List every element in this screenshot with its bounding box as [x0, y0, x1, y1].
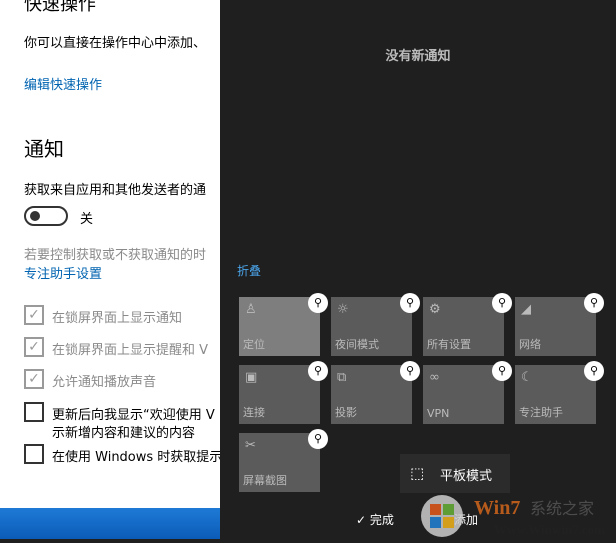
unpin-icon[interactable]: ⚲	[308, 429, 328, 449]
tablet-mode-button[interactable]: ⬚ 平板模式	[400, 454, 510, 493]
vpn-icon: ∞	[429, 370, 440, 385]
focus-desc: 若要控制获取或不获取通知的时	[24, 248, 207, 263]
tablet-mode-label: 平板模式	[440, 469, 493, 484]
checkbox-label-line2: 示新增内容和建议的内容	[52, 426, 196, 441]
brightness-icon: ☼	[337, 302, 349, 317]
done-button[interactable]: ✓ 完成	[356, 511, 394, 528]
quick-action-tile[interactable]: ∞ VPN ⚲	[423, 361, 512, 424]
checkbox-welcome-experience[interactable]	[24, 402, 44, 422]
network-icon: ◢	[521, 302, 531, 317]
quick-action-tile[interactable]: ♙ 定位 ⚲	[239, 293, 328, 356]
notifications-title: 通知	[24, 137, 64, 161]
quick-action-tile[interactable]: ◢ 网络 ⚲	[515, 293, 604, 356]
tile-label: 夜间模式	[335, 338, 379, 351]
settings-panel: 快速操作 你可以直接在操作中心中添加、 编辑快速操作 通知 获取来自应用和其他发…	[0, 0, 220, 508]
svg-text:Win7: Win7	[474, 497, 520, 519]
checkbox-label: 在锁屏界面上显示提醒和 V	[52, 343, 209, 358]
notifications-toggle[interactable]	[24, 206, 68, 226]
unpin-icon[interactable]: ⚲	[400, 361, 420, 381]
tile-label: 连接	[243, 406, 265, 419]
unpin-icon[interactable]: ⚲	[308, 361, 328, 381]
taskbar	[0, 508, 220, 539]
unpin-icon[interactable]: ⚲	[400, 293, 420, 313]
tile-label: VPN	[427, 407, 450, 420]
checkbox-label: 允许通知播放声音	[52, 375, 157, 390]
tile-label: 所有设置	[427, 338, 471, 351]
collapse-link[interactable]: 折叠	[237, 262, 261, 279]
tile-label: 屏幕截图	[243, 474, 287, 487]
checkbox-label: 更新后向我显示“欢迎使用 V	[52, 408, 215, 423]
project-icon: ⧉	[337, 370, 347, 385]
get-notifications-label: 获取来自应用和其他发送者的通	[24, 183, 207, 198]
connect-icon: ▣	[245, 370, 258, 385]
focus-assist-settings-link[interactable]: 专注助手设置	[24, 263, 102, 282]
checkbox-lock-screen-reminders[interactable]: ✓	[24, 337, 44, 357]
quick-action-tile[interactable]: ⚙ 所有设置 ⚲	[423, 293, 512, 356]
location-icon: ♙	[245, 302, 257, 317]
tablet-mode-icon: ⬚	[410, 464, 425, 482]
edit-quick-actions-link[interactable]: 编辑快速操作	[24, 74, 102, 93]
quick-actions-title: 快速操作	[24, 0, 96, 15]
toggle-state: 关	[80, 212, 94, 227]
unpin-icon[interactable]: ⚲	[584, 293, 604, 313]
tile-label: 定位	[243, 338, 265, 351]
check-icon: ✓	[356, 513, 370, 527]
unpin-icon[interactable]: ⚲	[308, 293, 328, 313]
checkbox-tips[interactable]	[24, 444, 44, 464]
checkbox-label: 在使用 Windows 时获取提示	[52, 450, 220, 465]
tile-label: 专注助手	[519, 406, 563, 419]
checkbox-lock-screen-notifications[interactable]: ✓	[24, 305, 44, 325]
checkbox-label: 在锁屏界面上显示通知	[52, 311, 183, 326]
watermark-logo: Win7 系统之家 Www.Winwin7.com	[418, 490, 616, 539]
unpin-icon[interactable]: ⚲	[492, 293, 512, 313]
checkbox-notification-sounds[interactable]: ✓	[24, 369, 44, 389]
moon-icon: ☾	[521, 370, 533, 385]
quick-action-tile[interactable]: ▣ 连接 ⚲	[239, 361, 328, 424]
svg-text:Www.Winwin7.com: Www.Winwin7.com	[494, 522, 605, 537]
quick-action-tile[interactable]: ☾ 专注助手 ⚲	[515, 361, 604, 424]
snip-icon: ✂	[245, 438, 256, 453]
unpin-icon[interactable]: ⚲	[584, 361, 604, 381]
unpin-icon[interactable]: ⚲	[492, 361, 512, 381]
action-center: 没有新通知 折叠 ♙ 定位 ⚲ ☼ 夜间模式 ⚲ ⚙ 所有设置 ⚲ ◢ 网络 ⚲ ▣ 连接 ⚲ ⧉ 投影 ⚲ ∞ VP…	[220, 0, 616, 539]
quick-action-tile[interactable]: ⧉ 投影 ⚲	[331, 361, 420, 424]
done-label: 完成	[369, 513, 394, 527]
tile-label: 投影	[335, 406, 357, 419]
quick-action-tile[interactable]: ☼ 夜间模式 ⚲	[331, 293, 420, 356]
tile-label: 网络	[519, 338, 541, 351]
gear-icon: ⚙	[429, 302, 441, 317]
no-notifications-text: 没有新通知	[385, 49, 451, 64]
svg-text:系统之家: 系统之家	[530, 499, 594, 518]
quick-actions-desc: 你可以直接在操作中心中添加、	[24, 36, 207, 51]
quick-action-tile[interactable]: ✂ 屏幕截图 ⚲	[239, 429, 328, 492]
